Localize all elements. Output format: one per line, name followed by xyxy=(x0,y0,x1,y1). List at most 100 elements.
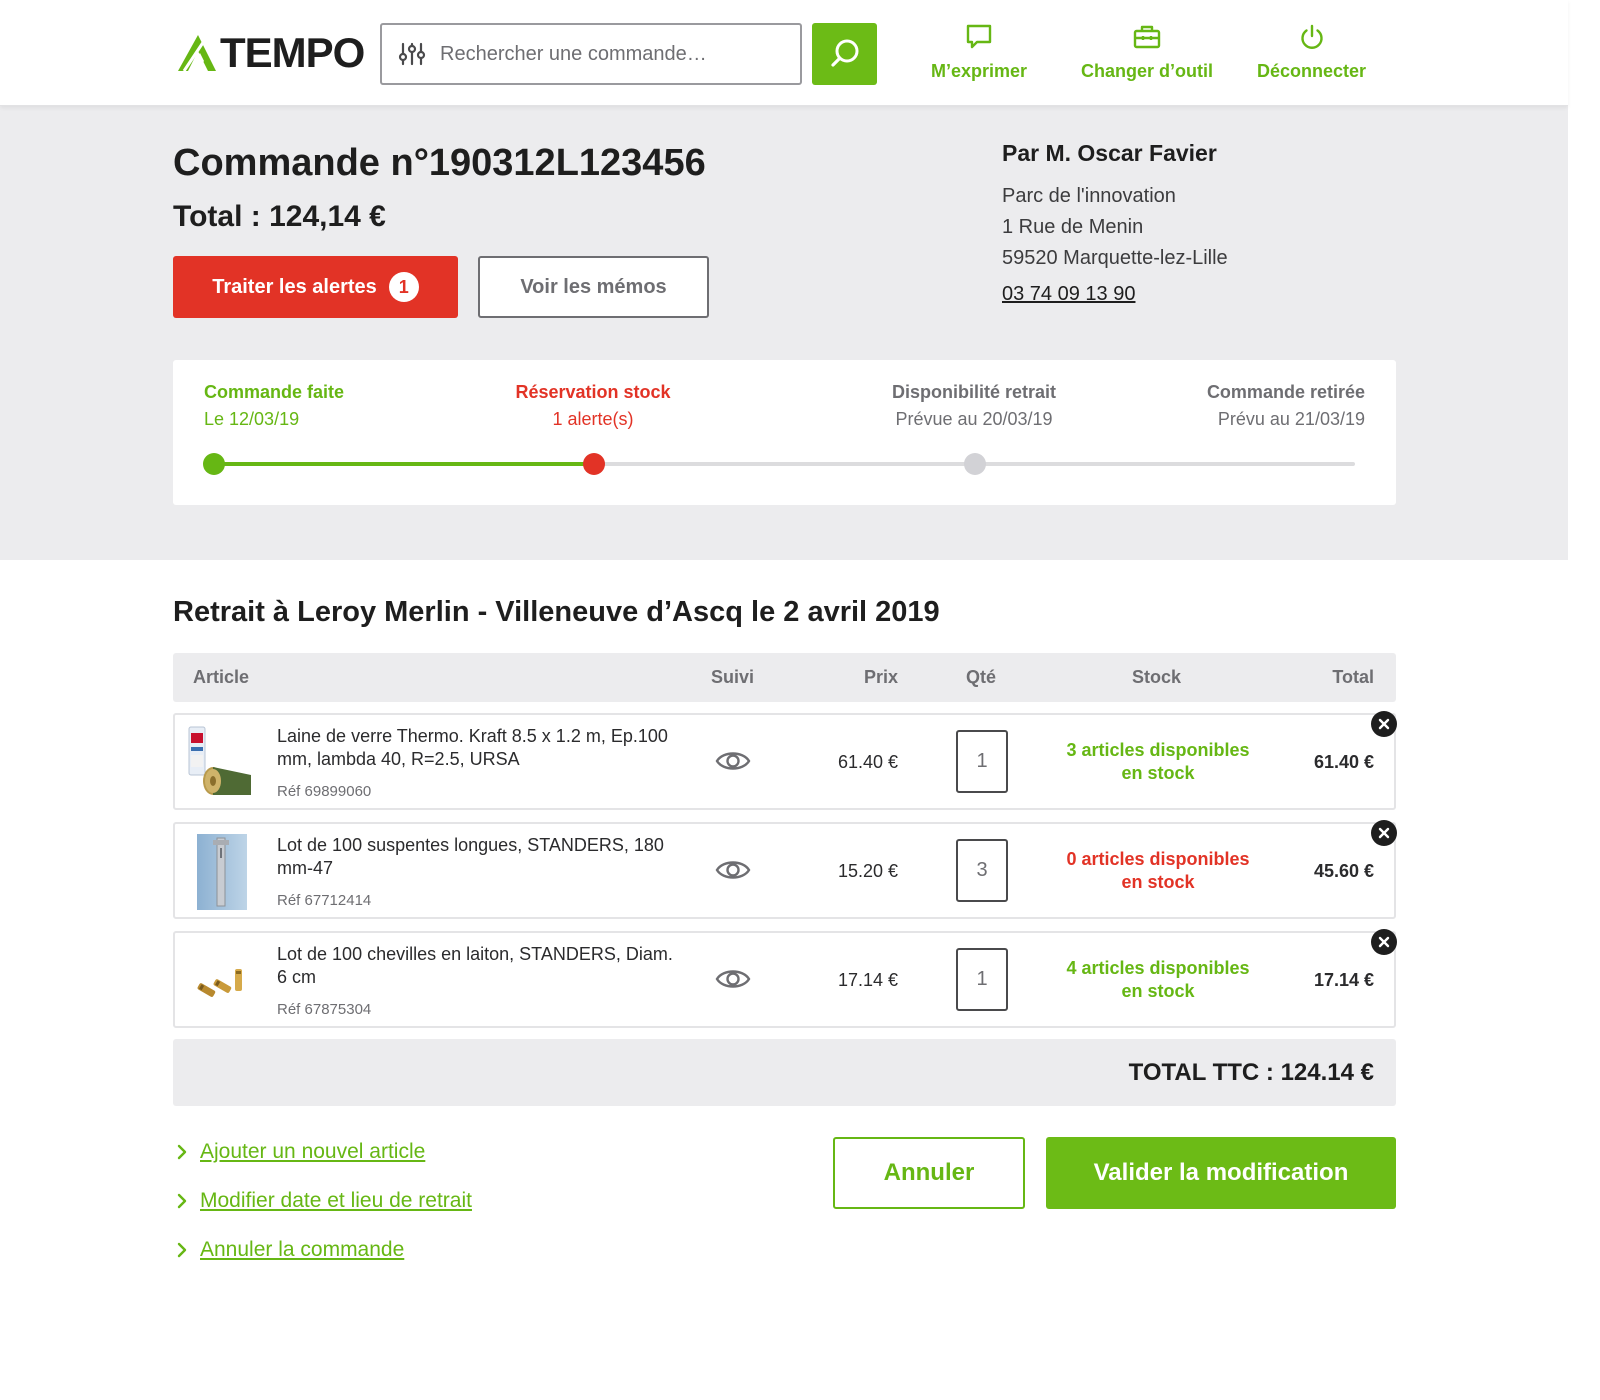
toolbox-icon xyxy=(1132,22,1162,52)
stock-line: en stock xyxy=(1121,981,1195,1001)
tempo-logo-mark-icon xyxy=(178,35,216,72)
step-dot-done xyxy=(203,453,225,475)
col-suivi: Suivi xyxy=(711,667,755,687)
tempo-logo[interactable]: TEMPO xyxy=(176,29,365,76)
close-icon xyxy=(1378,936,1390,948)
pickup-title: Retrait à Leroy Merlin - Villeneuve d’As… xyxy=(173,596,940,628)
chevron-right-icon xyxy=(176,1241,192,1259)
stock-line: 3 articles disponibles xyxy=(1066,740,1250,760)
step-subtitle: Prévu au 21/03/19 xyxy=(1217,409,1365,429)
alerts-count-badge: 1 xyxy=(388,272,419,302)
article-description[interactable]: Laine de verre Thermo. Kraft 8.5 x 1.2 m… xyxy=(277,725,677,771)
nav-express-label: M’exprimer xyxy=(931,61,1028,81)
stock-status-available: 3 articles disponibles en stock xyxy=(1045,739,1271,785)
modify-pickup-label: Modifier date et lieu de retrait xyxy=(200,1189,472,1212)
remove-article-button[interactable] xyxy=(1371,820,1397,846)
search-button[interactable] xyxy=(812,23,877,85)
address-line-1: Parc de l'innovation xyxy=(1002,185,1176,207)
close-icon xyxy=(1378,718,1390,730)
col-stock: Stock xyxy=(1132,667,1182,687)
row-total: 61.40 € xyxy=(1313,752,1374,772)
step-order-placed: Commande faite Le 12/03/19 xyxy=(204,382,344,430)
stock-line: 0 articles disponibles xyxy=(1066,849,1250,869)
stock-line: en stock xyxy=(1121,872,1195,892)
process-alerts-label: Traiter les alertes xyxy=(212,275,377,298)
step-title: Commande faite xyxy=(204,382,345,402)
filter-sliders-icon[interactable] xyxy=(398,40,426,68)
search-input[interactable] xyxy=(440,42,780,66)
col-total: Total xyxy=(1332,667,1374,687)
modify-pickup-link[interactable]: Modifier date et lieu de retrait xyxy=(176,1189,472,1213)
validate-button-label: Valider la modification xyxy=(1093,1159,1349,1186)
article-reference: Réf 69899060 xyxy=(277,783,372,800)
unit-price: 17.14 € xyxy=(837,970,898,990)
step-title: Disponibilité retrait xyxy=(891,382,1057,402)
process-alerts-button[interactable]: Traiter les alertes 1 xyxy=(173,256,458,318)
article-reference: Réf 67875304 xyxy=(277,1001,372,1018)
chevron-right-icon xyxy=(176,1192,192,1210)
nav-change-tool[interactable]: Changer d’outil xyxy=(1081,22,1213,82)
grand-total-bar: TOTAL TTC : 124.14 € xyxy=(173,1039,1396,1106)
col-article: Article xyxy=(193,667,250,687)
customer-name: Par M. Oscar Favier xyxy=(1002,140,1217,166)
customer-info: Par M. Oscar Favier Parc de l'innovation… xyxy=(1002,140,1228,306)
view-memos-button[interactable]: Voir les mémos xyxy=(478,256,709,318)
nav-change-tool-label: Changer d’outil xyxy=(1081,61,1213,81)
table-row: Lot de 100 chevilles en laiton, STANDERS… xyxy=(173,929,1397,1028)
unit-price: 15.20 € xyxy=(837,861,898,881)
stock-status-available: 4 articles disponibles en stock xyxy=(1045,957,1271,1003)
customer-address: Parc de l'innovation 1 Rue de Menin 5952… xyxy=(1002,181,1228,274)
step-stock-reservation: Réservation stock 1 alerte(s) xyxy=(503,382,683,430)
progress-fill xyxy=(213,462,593,466)
row-total: 17.14 € xyxy=(1313,970,1374,990)
step-order-collected: Commande retirée Prévu au 21/03/19 xyxy=(1207,382,1365,430)
address-line-3: 59520 Marquette-lez-Lille xyxy=(1002,247,1228,269)
article-description[interactable]: Lot de 100 chevilles en laiton, STANDERS… xyxy=(277,943,677,989)
stock-status-unavailable: 0 articles disponibles en stock xyxy=(1045,848,1271,894)
add-article-link[interactable]: Ajouter un nouvel article xyxy=(176,1140,425,1164)
glass-wool-roll-image xyxy=(187,723,253,803)
step-dot-alert xyxy=(583,453,605,475)
search-icon xyxy=(830,39,858,67)
address-line-2: 1 Rue de Menin xyxy=(1002,216,1144,238)
grand-total: TOTAL TTC : 124.14 € xyxy=(1128,1059,1374,1086)
power-icon xyxy=(1297,22,1327,52)
chevron-right-icon xyxy=(176,1143,192,1161)
table-row: Laine de verre Thermo. Kraft 8.5 x 1.2 m… xyxy=(173,711,1397,810)
unit-price: 61.40 € xyxy=(837,752,898,772)
speech-bubble-icon xyxy=(964,22,994,52)
quantity-input[interactable] xyxy=(956,948,1008,1011)
step-title: Commande retirée xyxy=(1206,382,1365,402)
step-subtitle: Le 12/03/19 xyxy=(204,409,300,429)
cancel-button-label: Annuler xyxy=(883,1159,975,1186)
cancel-order-label: Annuler la commande xyxy=(200,1238,405,1261)
remove-article-button[interactable] xyxy=(1371,929,1397,955)
add-article-label: Ajouter un nouvel article xyxy=(200,1140,426,1163)
cancel-order-link[interactable]: Annuler la commande xyxy=(176,1238,404,1262)
step-subtitle: Prévue au 20/03/19 xyxy=(895,409,1053,429)
validate-modification-button[interactable]: Valider la modification xyxy=(1046,1137,1396,1209)
article-description[interactable]: Lot de 100 suspentes longues, STANDERS, … xyxy=(277,834,677,880)
order-total: Total : 124,14 € xyxy=(173,200,386,233)
article-reference: Réf 67712414 xyxy=(277,892,372,909)
row-total: 45.60 € xyxy=(1313,861,1374,881)
table-row: Lot de 100 suspentes longues, STANDERS, … xyxy=(173,820,1397,919)
nav-express[interactable]: M’exprimer xyxy=(931,22,1027,82)
tracking-eye-icon[interactable] xyxy=(715,747,751,775)
order-search-box xyxy=(380,23,802,85)
tracking-eye-icon[interactable] xyxy=(715,965,751,993)
quantity-input[interactable] xyxy=(956,839,1008,902)
customer-phone-link[interactable]: 03 74 09 13 90 xyxy=(1002,283,1135,306)
close-icon xyxy=(1378,827,1390,839)
remove-article-button[interactable] xyxy=(1371,711,1397,737)
nav-logout[interactable]: Déconnecter xyxy=(1257,22,1366,82)
col-qte: Qté xyxy=(966,667,997,687)
step-subtitle: 1 alerte(s) xyxy=(552,409,634,429)
stock-line: en stock xyxy=(1121,763,1195,783)
tracking-eye-icon[interactable] xyxy=(715,856,751,884)
logo-text: TEMPO xyxy=(220,29,365,76)
quantity-input[interactable] xyxy=(956,730,1008,793)
cancel-button[interactable]: Annuler xyxy=(833,1137,1025,1209)
top-header: TEMPO M’exprimer Chan xyxy=(0,0,1568,106)
step-dot-pending xyxy=(964,453,986,475)
